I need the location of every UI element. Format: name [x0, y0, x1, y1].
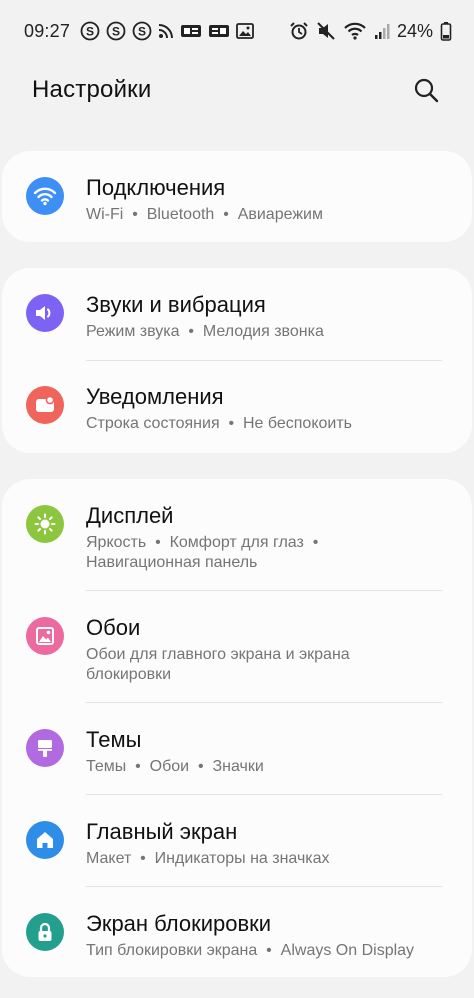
- brightness-icon: [26, 505, 64, 543]
- settings-item-lock-screen[interactable]: Экран блокировки Тип блокировки экрана •…: [2, 887, 472, 977]
- item-title: Подключения: [86, 175, 226, 200]
- item-title: Уведомления: [86, 384, 224, 409]
- item-title: Главный экран: [86, 819, 238, 844]
- item-title: Звуки и вибрация: [86, 292, 266, 317]
- home-icon: [26, 821, 64, 859]
- alarm-icon: [289, 21, 309, 41]
- item-subtitle: Макет • Индикаторы на значках: [86, 850, 330, 867]
- skype-notification-icon: S: [80, 21, 100, 41]
- settings-item-display[interactable]: Дисплей Яркость • Комфорт для глаз • Нав…: [2, 479, 472, 591]
- news-icon: [180, 23, 202, 39]
- wallpaper-icon: [26, 617, 64, 655]
- battery-percent: 24%: [396, 20, 433, 41]
- item-subtitle: Обои для главного экрана и экрана блокир…: [86, 645, 350, 685]
- header: Настройки: [0, 62, 474, 118]
- wifi-signal-icon: [343, 22, 367, 40]
- item-subtitle-line: Яркость • Комфорт для глаз •: [86, 534, 319, 551]
- settings-item-connections[interactable]: Подключения Wi-Fi • Bluetooth • Авиарежи…: [2, 151, 472, 242]
- news-icon: [208, 23, 230, 39]
- settings-item-sounds[interactable]: Звуки и вибрация Режим звука • Мелодия з…: [2, 268, 472, 361]
- themes-icon: [26, 729, 64, 767]
- speaker-icon: [26, 294, 64, 332]
- item-title: Экран блокировки: [86, 911, 272, 936]
- item-subtitle-line: Навигационная панель: [86, 554, 258, 571]
- item-subtitle-line: Обои для главного экрана и экрана: [86, 646, 350, 663]
- item-title: Темы: [86, 727, 142, 752]
- skype-notification-icon: S: [132, 21, 152, 41]
- item-subtitle: Темы • Обои • Значки: [86, 758, 264, 775]
- wifi-icon: [26, 177, 64, 215]
- settings-item-home-screen[interactable]: Главный экран Макет • Индикаторы на знач…: [2, 795, 472, 887]
- item-title: Обои: [86, 615, 141, 640]
- notification-icon: [26, 386, 64, 424]
- image-icon: [236, 23, 254, 39]
- item-subtitle: Режим звука • Мелодия звонка: [86, 323, 324, 340]
- svg-text:S: S: [86, 25, 94, 39]
- settings-group-display: Дисплей Яркость • Комфорт для глаз • Нав…: [2, 479, 472, 977]
- status-bar: 09:27 S S S 24%: [0, 0, 474, 62]
- battery-icon: [440, 21, 452, 41]
- status-time: 09:27: [24, 20, 71, 41]
- item-subtitle-line: блокировки: [86, 666, 172, 683]
- settings-item-wallpaper[interactable]: Обои Обои для главного экрана и экрана б…: [2, 591, 472, 703]
- item-subtitle: Яркость • Комфорт для глаз • Навигационн…: [86, 533, 318, 573]
- mute-icon: [316, 21, 336, 41]
- search-button[interactable]: [408, 72, 444, 108]
- item-subtitle: Wi-Fi • Bluetooth • Авиарежим: [86, 206, 323, 223]
- settings-group-connections: Подключения Wi-Fi • Bluetooth • Авиарежи…: [2, 151, 472, 242]
- search-icon: [414, 78, 439, 103]
- rss-icon: [158, 23, 174, 39]
- settings-group-sound-notifications: Звуки и вибрация Режим звука • Мелодия з…: [2, 268, 472, 453]
- page-title: Настройки: [32, 76, 152, 103]
- item-subtitle: Тип блокировки экрана • Always On Displa…: [86, 942, 415, 959]
- svg-text:S: S: [112, 25, 120, 39]
- cell-signal-icon: [374, 22, 390, 40]
- item-title: Дисплей: [86, 503, 174, 528]
- skype-notification-icon: S: [106, 21, 126, 41]
- svg-text:S: S: [138, 25, 146, 39]
- item-subtitle: Строка состояния • Не беспокоить: [86, 415, 353, 432]
- settings-item-themes[interactable]: Темы Темы • Обои • Значки: [2, 703, 472, 795]
- lock-icon: [26, 913, 64, 951]
- settings-item-notifications[interactable]: Уведомления Строка состояния • Не беспок…: [2, 361, 472, 453]
